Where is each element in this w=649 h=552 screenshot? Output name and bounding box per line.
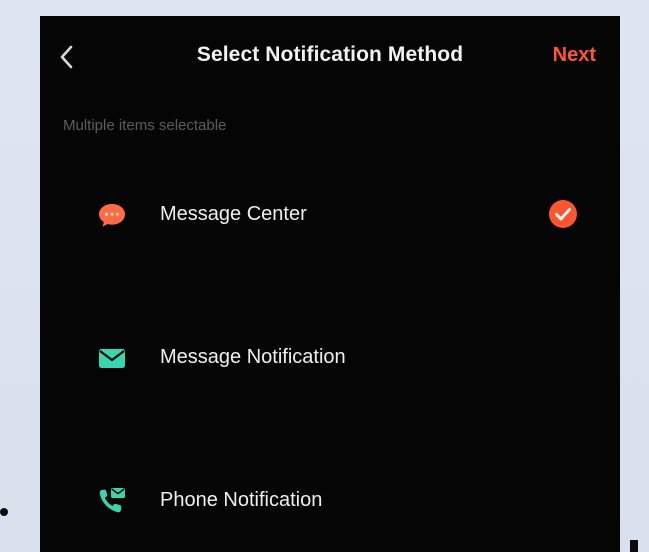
selection-hint: Multiple items selectable <box>63 117 227 134</box>
option-label: Message Center <box>160 203 307 225</box>
option-label: Phone Notification <box>160 489 323 511</box>
option-phone-notification[interactable]: Phone Notification <box>40 461 620 539</box>
chat-bubble-icon <box>96 199 128 231</box>
notification-method-screen: Select Notification Method Next Multiple… <box>40 16 620 552</box>
phone-message-icon <box>96 485 128 517</box>
page-bullet <box>0 508 8 516</box>
option-message-notification[interactable]: Message Notification <box>40 318 620 396</box>
option-label: Message Notification <box>160 346 346 368</box>
checkmark-icon <box>548 199 578 229</box>
page-title: Select Notification Method <box>196 43 464 66</box>
envelope-icon <box>96 342 128 374</box>
next-button[interactable]: Next <box>553 44 596 67</box>
page-edge-mark <box>630 540 638 552</box>
nav-header: Select Notification Method Next <box>40 16 620 98</box>
option-message-center[interactable]: Message Center <box>40 175 620 253</box>
